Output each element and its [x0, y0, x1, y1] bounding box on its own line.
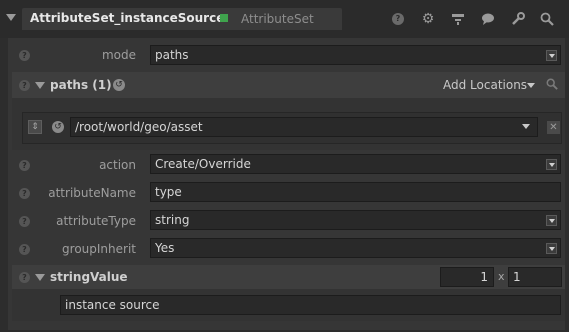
paths-title: paths (1) [50, 78, 112, 92]
action-label: action [99, 158, 136, 172]
attributename-help-icon[interactable]: ? [19, 188, 30, 199]
path-value: /root/world/geo/asset [75, 120, 203, 134]
mode-label: mode [101, 48, 136, 62]
stringvalue-rows-value: 1 [480, 270, 488, 284]
dimension-separator: x [498, 270, 505, 283]
stringvalue-rows-input[interactable]: 1 [440, 267, 494, 287]
action-dropdown-arrow-icon[interactable] [546, 159, 557, 170]
attributename-input[interactable]: type [150, 182, 561, 202]
paths-reset-icon[interactable]: ↺ [113, 79, 125, 91]
mode-value: paths [155, 48, 189, 62]
wrench-icon[interactable] [509, 10, 527, 28]
node-status-indicator [220, 14, 228, 22]
attributetype-help-icon[interactable]: ? [19, 216, 30, 227]
remove-path-icon[interactable]: ✕ [547, 121, 560, 134]
groupinherit-dropdown[interactable]: Yes [150, 238, 561, 258]
search-icon[interactable] [538, 10, 556, 28]
paths-help-icon[interactable]: ? [19, 80, 30, 91]
stringvalue-input[interactable]: instance source [60, 295, 561, 315]
attributename-value: type [155, 185, 182, 199]
attributetype-dropdown-arrow-icon[interactable] [546, 215, 557, 226]
groupinherit-value: Yes [155, 241, 175, 255]
attributetype-dropdown[interactable]: string [150, 210, 561, 230]
add-locations-button[interactable]: Add Locations [443, 78, 527, 92]
hierarchy-icon[interactable] [449, 10, 467, 28]
collapse-toggle-icon[interactable] [6, 14, 16, 21]
node-type-label: AttributeSet [241, 12, 314, 26]
stringvalue-cols-value: 1 [513, 270, 521, 284]
help-icon[interactable]: ? [389, 10, 407, 28]
mode-dropdown-arrow-icon[interactable] [546, 50, 557, 61]
groupinherit-help-icon[interactable]: ? [19, 244, 30, 255]
node-name[interactable]: AttributeSet_instanceSource [30, 11, 224, 25]
stringvalue-cols-input[interactable]: 1 [508, 267, 562, 287]
mode-help-icon[interactable]: ? [19, 50, 30, 61]
add-locations-arrow-icon[interactable] [527, 83, 535, 88]
mode-dropdown[interactable]: paths [150, 45, 561, 65]
action-help-icon[interactable]: ? [19, 160, 30, 171]
stringvalue-title: stringValue [50, 270, 128, 284]
attributename-label: attributeName [48, 186, 136, 200]
comment-icon[interactable] [479, 10, 497, 28]
attributetype-label: attributeType [56, 214, 136, 228]
stringvalue-help-icon[interactable]: ? [19, 272, 30, 283]
paths-search-icon[interactable] [546, 78, 558, 93]
groupinherit-label: groupInherit [62, 242, 136, 256]
drag-handle-icon[interactable]: ⇕ [28, 120, 42, 134]
attributetype-value: string [155, 213, 190, 227]
action-dropdown[interactable]: Create/Override [150, 154, 561, 174]
path-reset-icon[interactable]: ↺ [52, 121, 64, 133]
stringvalue-collapse-icon[interactable] [35, 274, 45, 281]
path-dropdown-arrow-icon[interactable] [522, 124, 530, 129]
stringvalue-value: instance source [65, 298, 160, 312]
add-locations-label: Add Locations [443, 78, 528, 92]
gear-icon[interactable]: ⚙ [419, 10, 437, 28]
groupinherit-dropdown-arrow-icon[interactable] [546, 243, 557, 254]
paths-collapse-icon[interactable] [35, 82, 45, 89]
action-value: Create/Override [155, 157, 251, 171]
path-field[interactable]: /root/world/geo/asset [70, 117, 538, 137]
